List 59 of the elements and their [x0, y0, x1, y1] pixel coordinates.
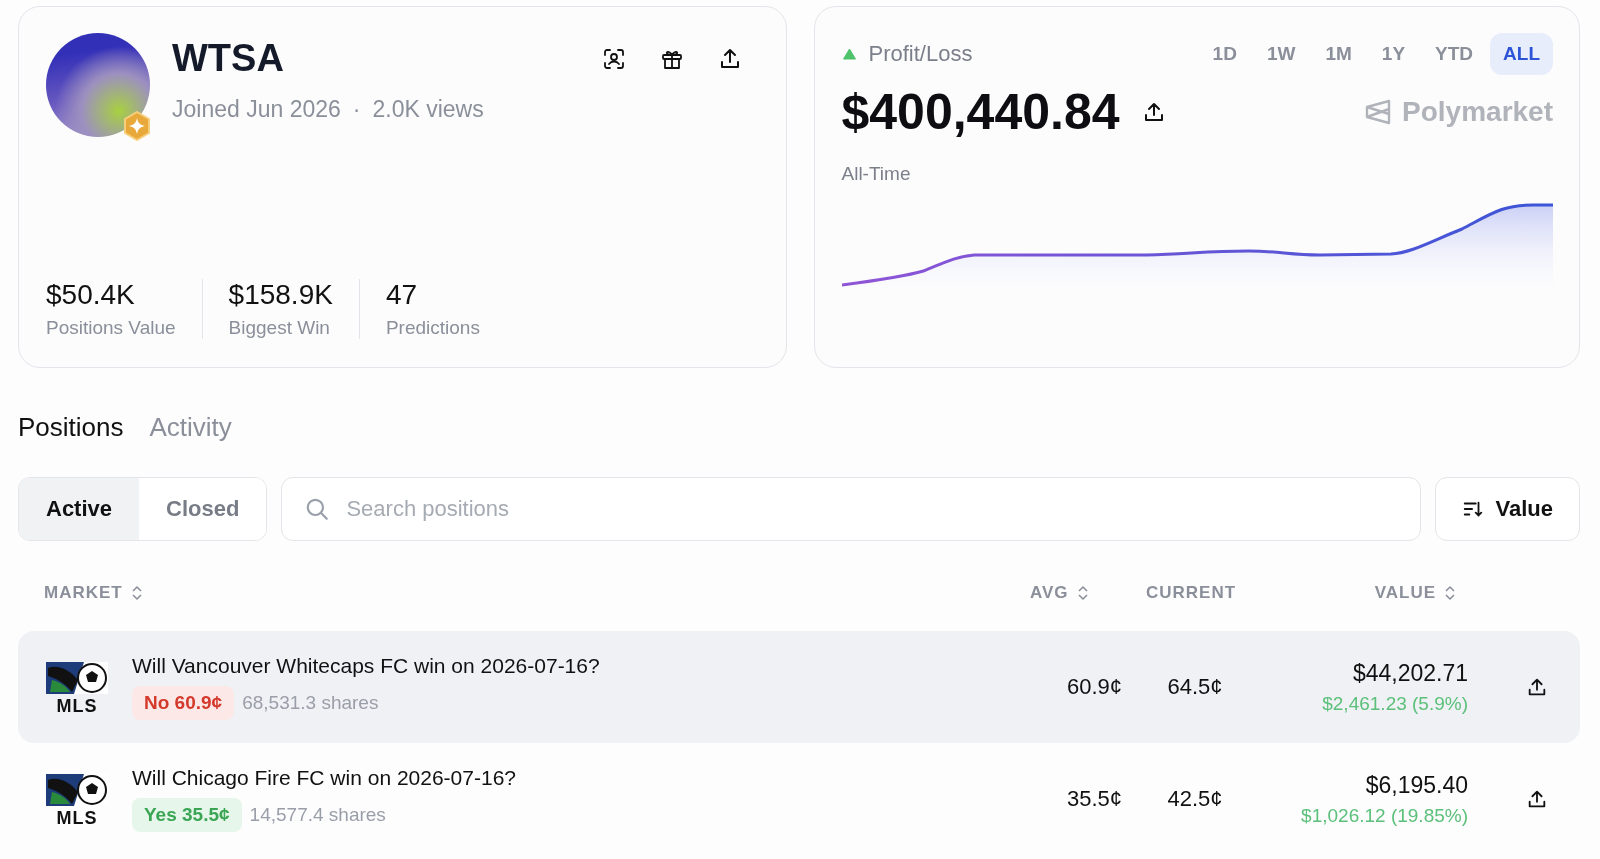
username: WTSA	[172, 37, 285, 80]
market-title[interactable]: Will Chicago Fire FC win on 2026-07-16?	[132, 766, 516, 790]
brand-name: Polymarket	[1402, 96, 1553, 128]
badge-icon	[122, 111, 152, 141]
value-change: $1,026.12 (19.85%)	[1301, 804, 1468, 827]
outcome-badge: No 60.9¢	[132, 686, 235, 720]
views-count: 2.0K views	[372, 96, 484, 123]
search-input[interactable]: Search positions	[344, 495, 1398, 523]
current-price: 42.5¢	[1166, 786, 1224, 812]
column-header[interactable]: CURRENT	[1145, 583, 1237, 603]
face-scan-icon[interactable]	[601, 47, 626, 71]
market-title[interactable]: Will Vancouver Whitecaps FC win on 2026-07-16?	[132, 654, 600, 678]
position-value: $44,202.71	[1352, 659, 1468, 687]
logo-text: MLS	[56, 808, 98, 827]
pnl-amount: $400,440.84	[841, 83, 1120, 141]
range-tab[interactable]: YTD	[1422, 33, 1487, 75]
avg-price: 35.5¢	[1065, 786, 1122, 812]
section-tab[interactable]: Positions	[18, 412, 124, 443]
sort-icon[interactable]	[1444, 585, 1456, 601]
pnl-title: Profit/Loss	[868, 41, 973, 67]
sort-button[interactable]: Value	[1434, 477, 1580, 541]
joined-date: Joined Jun 2026	[172, 96, 341, 123]
sort-icon[interactable]	[1076, 585, 1089, 601]
filter-tab[interactable]: Active	[19, 478, 140, 540]
share-icon[interactable]	[1526, 676, 1548, 698]
triangle-up-icon	[841, 48, 857, 60]
position-value: $6,195.40	[1365, 771, 1468, 799]
share-icon[interactable]	[1526, 788, 1548, 810]
range-tab[interactable]: 1M	[1312, 33, 1365, 75]
range-tab[interactable]: ALL	[1490, 33, 1553, 75]
column-header[interactable]: MARKET	[44, 583, 123, 603]
range-tab[interactable]: 1W	[1253, 33, 1309, 75]
position-row[interactable]: MLS Will Vancouver Whitecaps FC win on 2026-07-16? No 60.9¢ 68,531.3 shares 60.9¢ 64.5¢ $44,202.71 $2,461.23 (5.9%)	[18, 631, 1580, 743]
stat-value: 47	[385, 279, 419, 311]
search-icon	[304, 496, 331, 522]
logo-icon	[1364, 98, 1393, 126]
shares-count: 68,531.3 shares	[242, 692, 379, 714]
position-row[interactable]: MLS Will Chicago Fire FC win on 2026-07-16? Yes 35.5¢ 14,577.4 shares 35.5¢ 42.5¢ $6,195.40 $1,026.12 (19.85%)	[18, 743, 1580, 855]
column-header[interactable]: AVG	[1030, 583, 1069, 603]
range-tab[interactable]: 1D	[1199, 33, 1250, 75]
range-tab[interactable]: 1Y	[1368, 33, 1419, 75]
outcome-badge: Yes 35.5¢	[132, 798, 242, 832]
period-label: All-Time	[841, 163, 912, 185]
stat-label: Positions Value	[46, 317, 176, 339]
shares-count: 14,577.4 shares	[249, 804, 386, 826]
logo-text: MLS	[56, 696, 98, 715]
avg-price: 60.9¢	[1065, 674, 1122, 700]
sort-icon[interactable]	[130, 585, 143, 601]
search-field[interactable]: Search positions	[281, 477, 1421, 541]
current-price: 64.5¢	[1166, 674, 1224, 700]
value-change: $2,461.23 (5.9%)	[1322, 692, 1468, 715]
soccer-ball-icon	[44, 771, 110, 808]
section-tab[interactable]: Activity	[149, 412, 232, 443]
separator: ·	[352, 96, 361, 123]
column-header[interactable]: VALUE	[1374, 583, 1436, 603]
stat-label: Biggest Win	[228, 317, 331, 339]
stat-value: $50.4K	[46, 279, 136, 311]
stat-value: $158.9K	[228, 279, 333, 311]
stat-label: Predictions	[385, 317, 480, 339]
